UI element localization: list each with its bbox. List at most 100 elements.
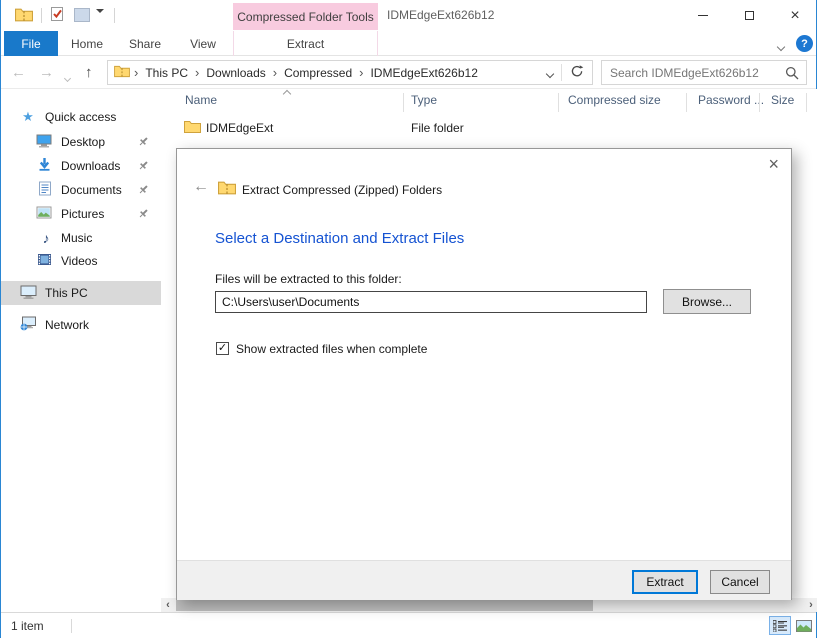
hscroll-left-icon[interactable]: ‹ — [161, 598, 175, 612]
music-icon: ♪ — [37, 230, 55, 246]
zip-folder-icon — [114, 65, 130, 81]
qat-separator — [114, 8, 115, 23]
column-resize-handle[interactable] — [806, 93, 807, 112]
zip-folder-window-icon[interactable] — [15, 7, 33, 26]
tab-home[interactable]: Home — [58, 31, 116, 56]
quick-access-icon: ★ — [19, 109, 37, 125]
show-extracted-label: Show extracted files when complete — [236, 342, 427, 356]
pin-icon — [138, 184, 149, 198]
sidebar-item-quick-access[interactable]: ★ Quick access — [1, 105, 161, 129]
column-resize-handle[interactable] — [558, 93, 559, 112]
desktop-icon — [35, 134, 53, 151]
pin-icon — [138, 160, 149, 174]
this-pc-icon — [19, 285, 37, 302]
sidebar-item-label: Desktop — [61, 135, 105, 149]
new-folder-icon[interactable] — [74, 8, 90, 22]
hscroll-thumb[interactable] — [176, 599, 593, 611]
contextual-tab-header[interactable]: Compressed Folder Tools — [233, 3, 378, 30]
address-breadcrumb-box[interactable]: › This PC › Downloads › Compressed › IDM… — [107, 60, 593, 85]
tab-file[interactable]: File — [4, 31, 58, 56]
browse-button[interactable]: Browse... — [663, 289, 751, 314]
hscroll-right-icon[interactable]: › — [804, 598, 817, 612]
search-input[interactable] — [610, 62, 780, 83]
back-icon[interactable]: ← — [11, 56, 26, 89]
up-icon[interactable]: ↑ — [85, 56, 93, 89]
column-resize-handle[interactable] — [403, 93, 404, 112]
recent-locations-icon[interactable] — [65, 70, 70, 84]
extract-dialog: × ← Extract Compressed (Zipped) Folders … — [176, 148, 792, 600]
column-header-size[interactable]: Size — [771, 93, 794, 107]
column-header-type[interactable]: Type — [411, 93, 437, 107]
address-bar: ← → ↑ › This PC › Downloads › Compressed… — [1, 56, 816, 89]
sidebar-item-downloads[interactable]: Downloads — [1, 154, 161, 178]
search-icon[interactable] — [785, 66, 799, 83]
refresh-icon[interactable] — [570, 64, 584, 81]
properties-check-icon[interactable] — [49, 6, 65, 26]
thumbnails-view-icon — [796, 620, 812, 632]
address-dropdown-icon[interactable] — [547, 66, 553, 80]
maximize-button[interactable] — [726, 0, 772, 31]
sidebar-item-videos[interactable]: Videos — [1, 249, 161, 273]
help-icon[interactable]: ? — [796, 35, 813, 52]
sidebar-item-documents[interactable]: Documents — [1, 178, 161, 202]
sidebar-item-pictures[interactable]: Pictures — [1, 202, 161, 226]
details-view-icon — [773, 620, 787, 632]
ribbon-collapse-icon[interactable] — [778, 39, 784, 53]
cancel-button[interactable]: Cancel — [710, 570, 770, 594]
tab-view[interactable]: View — [174, 31, 232, 56]
sidebar-item-label: Quick access — [45, 110, 116, 124]
qat-dropdown-icon[interactable] — [96, 13, 105, 27]
sidebar-item-label: Pictures — [61, 207, 104, 221]
extract-button[interactable]: Extract — [632, 570, 698, 594]
navigation-pane: ★ Quick access Desktop Downloads Documen… — [1, 89, 161, 598]
sidebar-item-label: Music — [61, 231, 92, 245]
column-resize-handle[interactable] — [759, 93, 760, 112]
column-header-compressed-size[interactable]: Compressed size — [568, 93, 661, 107]
horizontal-scrollbar[interactable]: ‹ › — [161, 598, 817, 612]
tab-extract-label: Extract — [287, 37, 324, 51]
breadcrumb-compressed[interactable]: Compressed — [277, 66, 359, 80]
tab-home-label: Home — [71, 37, 103, 51]
column-resize-handle[interactable] — [686, 93, 687, 112]
minimize-button[interactable] — [680, 0, 726, 31]
zip-folder-icon — [218, 180, 236, 199]
status-bar: 1 item — [1, 612, 816, 638]
table-row[interactable]: IDMEdgeExt File folder — [161, 117, 817, 139]
tab-file-label: File — [21, 37, 40, 51]
breadcrumb-downloads[interactable]: Downloads — [199, 66, 272, 80]
destination-label: Files will be extracted to this folder: — [215, 272, 402, 286]
downloads-icon — [35, 157, 53, 175]
column-header-name[interactable]: Name — [185, 93, 217, 107]
pictures-icon — [35, 206, 53, 222]
file-name: IDMEdgeExt — [206, 121, 273, 135]
pin-icon — [138, 136, 149, 150]
tab-share[interactable]: Share — [116, 31, 174, 56]
sidebar-item-label: This PC — [45, 286, 88, 300]
window-title: IDMEdgeExt626b12 — [387, 0, 494, 31]
thumbnails-view-button[interactable] — [793, 616, 815, 635]
sidebar-item-music[interactable]: ♪ Music — [1, 226, 161, 250]
forward-icon[interactable]: → — [39, 56, 54, 89]
dialog-close-icon[interactable]: × — [768, 154, 779, 175]
tab-extract[interactable]: Extract — [233, 31, 378, 56]
show-extracted-checkbox[interactable]: ✓ — [216, 342, 229, 355]
breadcrumb-this-pc[interactable]: This PC — [138, 66, 195, 80]
dialog-footer: Extract Cancel — [177, 560, 791, 600]
item-count: 1 item — [11, 619, 44, 633]
sidebar-item-network[interactable]: Network — [1, 313, 161, 337]
tab-share-label: Share — [129, 37, 161, 51]
videos-icon — [35, 253, 53, 269]
breadcrumb-current-folder[interactable]: IDMEdgeExt626b12 — [363, 66, 484, 80]
close-button[interactable]: × — [772, 0, 817, 31]
maximize-icon — [745, 11, 754, 20]
sidebar-item-desktop[interactable]: Desktop — [1, 130, 161, 154]
network-icon — [19, 316, 37, 334]
column-header-password[interactable]: Password ... — [698, 93, 764, 107]
minimize-icon — [698, 15, 708, 16]
sidebar-item-this-pc[interactable]: This PC — [1, 281, 161, 305]
destination-path-input[interactable] — [215, 291, 647, 313]
ribbon-tab-row: File Home Share View Extract ? — [1, 31, 816, 56]
dialog-heading: Select a Destination and Extract Files — [215, 230, 464, 247]
dialog-back-icon[interactable]: ← — [193, 178, 209, 196]
details-view-button[interactable] — [769, 616, 791, 635]
